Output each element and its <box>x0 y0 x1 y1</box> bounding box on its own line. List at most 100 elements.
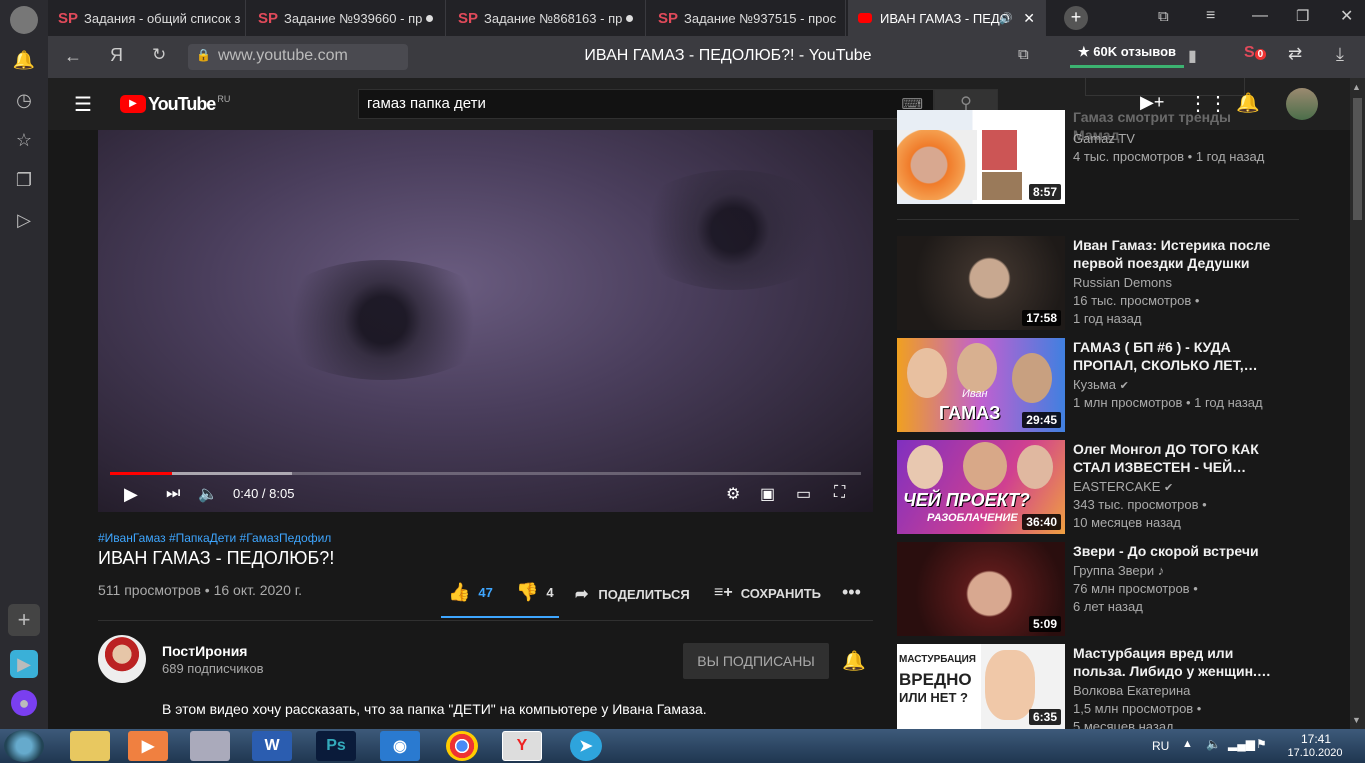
translate-icon[interactable]: ⇄ <box>1288 44 1302 64</box>
video-player[interactable]: ▶ ⏭ 🔈 0:40 / 8:05 ⚙ ▣ ▭ ⛶ <box>98 130 873 512</box>
restore-icon[interactable]: ❐ <box>1296 7 1309 25</box>
channel-text: Группа Звери <box>1073 563 1155 578</box>
scroll-down-icon[interactable]: ▼ <box>1352 715 1361 725</box>
youtube-logo[interactable]: ▶ YouTube RU <box>120 93 230 115</box>
tab-label: Задание №937515 - прос <box>684 10 837 26</box>
theater-mode-icon[interactable]: ▭ <box>796 484 811 504</box>
like-button[interactable]: 👍 47 <box>448 582 493 603</box>
minimize-icon[interactable]: — <box>1252 7 1268 25</box>
bookmark-icon[interactable]: ▮ <box>1188 46 1197 66</box>
channel-name[interactable]: ПостИрония <box>162 643 247 659</box>
start-button[interactable] <box>4 730 44 762</box>
back-arrow-icon[interactable]: ← <box>64 46 82 67</box>
scroll-up-icon[interactable]: ▲ <box>1352 82 1361 92</box>
speaker-icon[interactable]: 🔊 <box>999 12 1013 25</box>
fullscreen-icon[interactable]: ⛶ <box>834 484 845 502</box>
duration-badge: 6:35 <box>1028 709 1061 725</box>
dislike-button[interactable]: 👎 4 <box>516 582 554 603</box>
recommended-title: Иван Гамаз: Истерика после первой поездк… <box>1073 237 1271 271</box>
subscribed-button[interactable]: ВЫ ПОДПИСАНЫ <box>683 643 829 679</box>
miniplayer-icon[interactable]: ▣ <box>760 484 775 504</box>
chrome-icon[interactable] <box>446 731 478 761</box>
sp-extension-icon[interactable]: S0 <box>1244 44 1267 62</box>
recommended-video[interactable]: 5:09 Звери - До скорой встречи Группа Зв… <box>897 542 1297 638</box>
tab-task-939660[interactable]: SP Задание №939660 - пр <box>248 0 446 36</box>
browser-sidebar: 🔔 ◷ ☆ ❐ ▷ + ▶ ● <box>0 0 48 729</box>
thumb-face <box>985 650 1035 720</box>
history-icon[interactable]: ◷ <box>12 88 36 112</box>
download-icon[interactable]: ⤓ <box>1336 44 1344 65</box>
divider <box>98 620 873 621</box>
tab-task-937515[interactable]: SP Задание №937515 - прос <box>648 0 846 36</box>
messenger-icon[interactable]: ▶ <box>10 650 38 678</box>
photoshop-icon[interactable]: Ps <box>316 731 356 761</box>
scrollbar[interactable]: ▲ ▼ <box>1350 78 1365 729</box>
sp-favicon-icon: SP <box>258 9 279 27</box>
yandex-icon[interactable]: Я <box>110 45 123 66</box>
reload-icon[interactable]: ↻ <box>152 45 166 65</box>
thumb-text: МАСТУРБАЦИЯ <box>899 654 976 665</box>
recommended-title: Мастурбация вред или польза. Либидо у же… <box>1073 645 1271 679</box>
calculator-icon[interactable] <box>190 731 230 761</box>
word-icon[interactable]: W <box>252 731 292 761</box>
video-hashtags[interactable]: #ИванГамаз #ПапкаДети #ГамазПедофил <box>98 531 331 545</box>
play-circle-icon[interactable]: ▷ <box>12 208 36 232</box>
recommended-video[interactable]: ЧЕЙ ПРОЕКТ? РАЗОБЛАЧЕНИЕ 36:40 Олег Монг… <box>897 440 1297 536</box>
menu-icon[interactable]: ≡ <box>1206 7 1215 25</box>
recommended-video[interactable]: 8:57 Гамаз смотрит тренды Мамад Gamaz TV… <box>897 109 1297 206</box>
filter-chip[interactable] <box>1085 78 1245 96</box>
recommended-meta: 16 тыс. просмотров • <box>1073 293 1200 308</box>
tray-network-icon[interactable]: ▂▄▆ <box>1228 737 1255 751</box>
channel-bell-icon[interactable]: 🔔 <box>842 649 866 673</box>
explorer-icon[interactable] <box>70 731 110 761</box>
next-icon[interactable]: ⏭ <box>166 485 180 503</box>
recommended-video[interactable]: МАСТУРБАЦИЯ ВРЕДНО ИЛИ НЕТ ? 6:35 Мастур… <box>897 644 1297 729</box>
tab-youtube-active[interactable]: ИВАН ГАМАЗ - ПЕДО 🔊 ✕ <box>848 0 1046 36</box>
duration-badge: 5:09 <box>1028 616 1061 632</box>
alice-icon[interactable]: ● <box>11 690 37 716</box>
telegram-icon[interactable]: ➤ <box>570 731 602 761</box>
thumb-face <box>963 442 1007 490</box>
copy-link-icon[interactable]: ⧉ <box>1018 46 1029 63</box>
share-button[interactable]: ➦ ПОДЕЛИТЬСЯ <box>575 584 690 604</box>
hamburger-menu-icon[interactable]: ☰ <box>74 92 92 117</box>
media-player-icon[interactable]: ▶ <box>128 731 168 761</box>
progress-track[interactable] <box>110 472 861 475</box>
channel-avatar[interactable] <box>98 635 146 683</box>
recommended-video[interactable]: 17:58 Иван Гамаз: Истерика после первой … <box>897 236 1297 332</box>
save-label: СОХРАНИТЬ <box>740 585 821 601</box>
language-indicator[interactable]: RU <box>1152 739 1169 753</box>
tab-task-868163[interactable]: SP Задание №868163 - пр <box>448 0 646 36</box>
app-icon[interactable]: ◉ <box>380 731 420 761</box>
clock-time[interactable]: 17:41 <box>1290 732 1342 746</box>
close-window-icon[interactable]: ✕ <box>1340 6 1353 26</box>
tray-flag-icon[interactable]: ⚑ <box>1256 737 1267 751</box>
tab-tasks-list[interactable]: SP Задания - общий список з <box>48 0 246 36</box>
collections-icon[interactable]: ❐ <box>12 168 36 192</box>
channel-text: Кузьма <box>1073 377 1116 392</box>
yandex-browser-icon[interactable]: Y <box>502 731 542 761</box>
recommended-video[interactable]: Иван ГАМАЗ 29:45 ГАМАЗ ( БП #6 ) - КУДА … <box>897 338 1297 434</box>
recommended-channel: EASTERCAKE ✔ <box>1073 478 1283 497</box>
save-button[interactable]: ≡+ СОХРАНИТЬ <box>714 584 821 602</box>
bookmarks-star-icon[interactable]: ☆ <box>12 128 36 152</box>
add-panel-icon[interactable]: + <box>8 604 40 636</box>
tabs-manager-icon[interactable]: ⧉ <box>1158 8 1169 25</box>
tray-volume-icon[interactable]: 🔈 <box>1206 737 1221 751</box>
profile-avatar[interactable] <box>10 6 38 34</box>
clock-date[interactable]: 17.10.2020 <box>1284 747 1346 759</box>
reviews-badge[interactable]: ★ 60K отзывов <box>1070 42 1185 68</box>
scrollbar-thumb[interactable] <box>1353 98 1362 220</box>
more-actions-icon[interactable]: ••• <box>842 582 861 603</box>
settings-gear-icon[interactable]: ⚙ <box>726 484 740 504</box>
play-icon[interactable]: ▶ <box>124 484 138 505</box>
volume-icon[interactable]: 🔈 <box>198 484 218 504</box>
video-description: В этом видео хочу рассказать, что за пап… <box>162 701 707 717</box>
bell-icon[interactable]: 🔔 <box>12 48 36 72</box>
search-input[interactable]: гамаз папка дети ⌨ <box>358 89 934 119</box>
tray-arrow-icon[interactable]: ▲ <box>1182 738 1193 750</box>
video-views-date: 511 просмотров • 16 окт. 2020 г. <box>98 582 303 598</box>
close-tab-icon[interactable]: ✕ <box>1023 10 1035 27</box>
new-tab-button[interactable]: + <box>1064 6 1088 30</box>
url-field[interactable]: 🔒 www.youtube.com <box>188 44 408 70</box>
